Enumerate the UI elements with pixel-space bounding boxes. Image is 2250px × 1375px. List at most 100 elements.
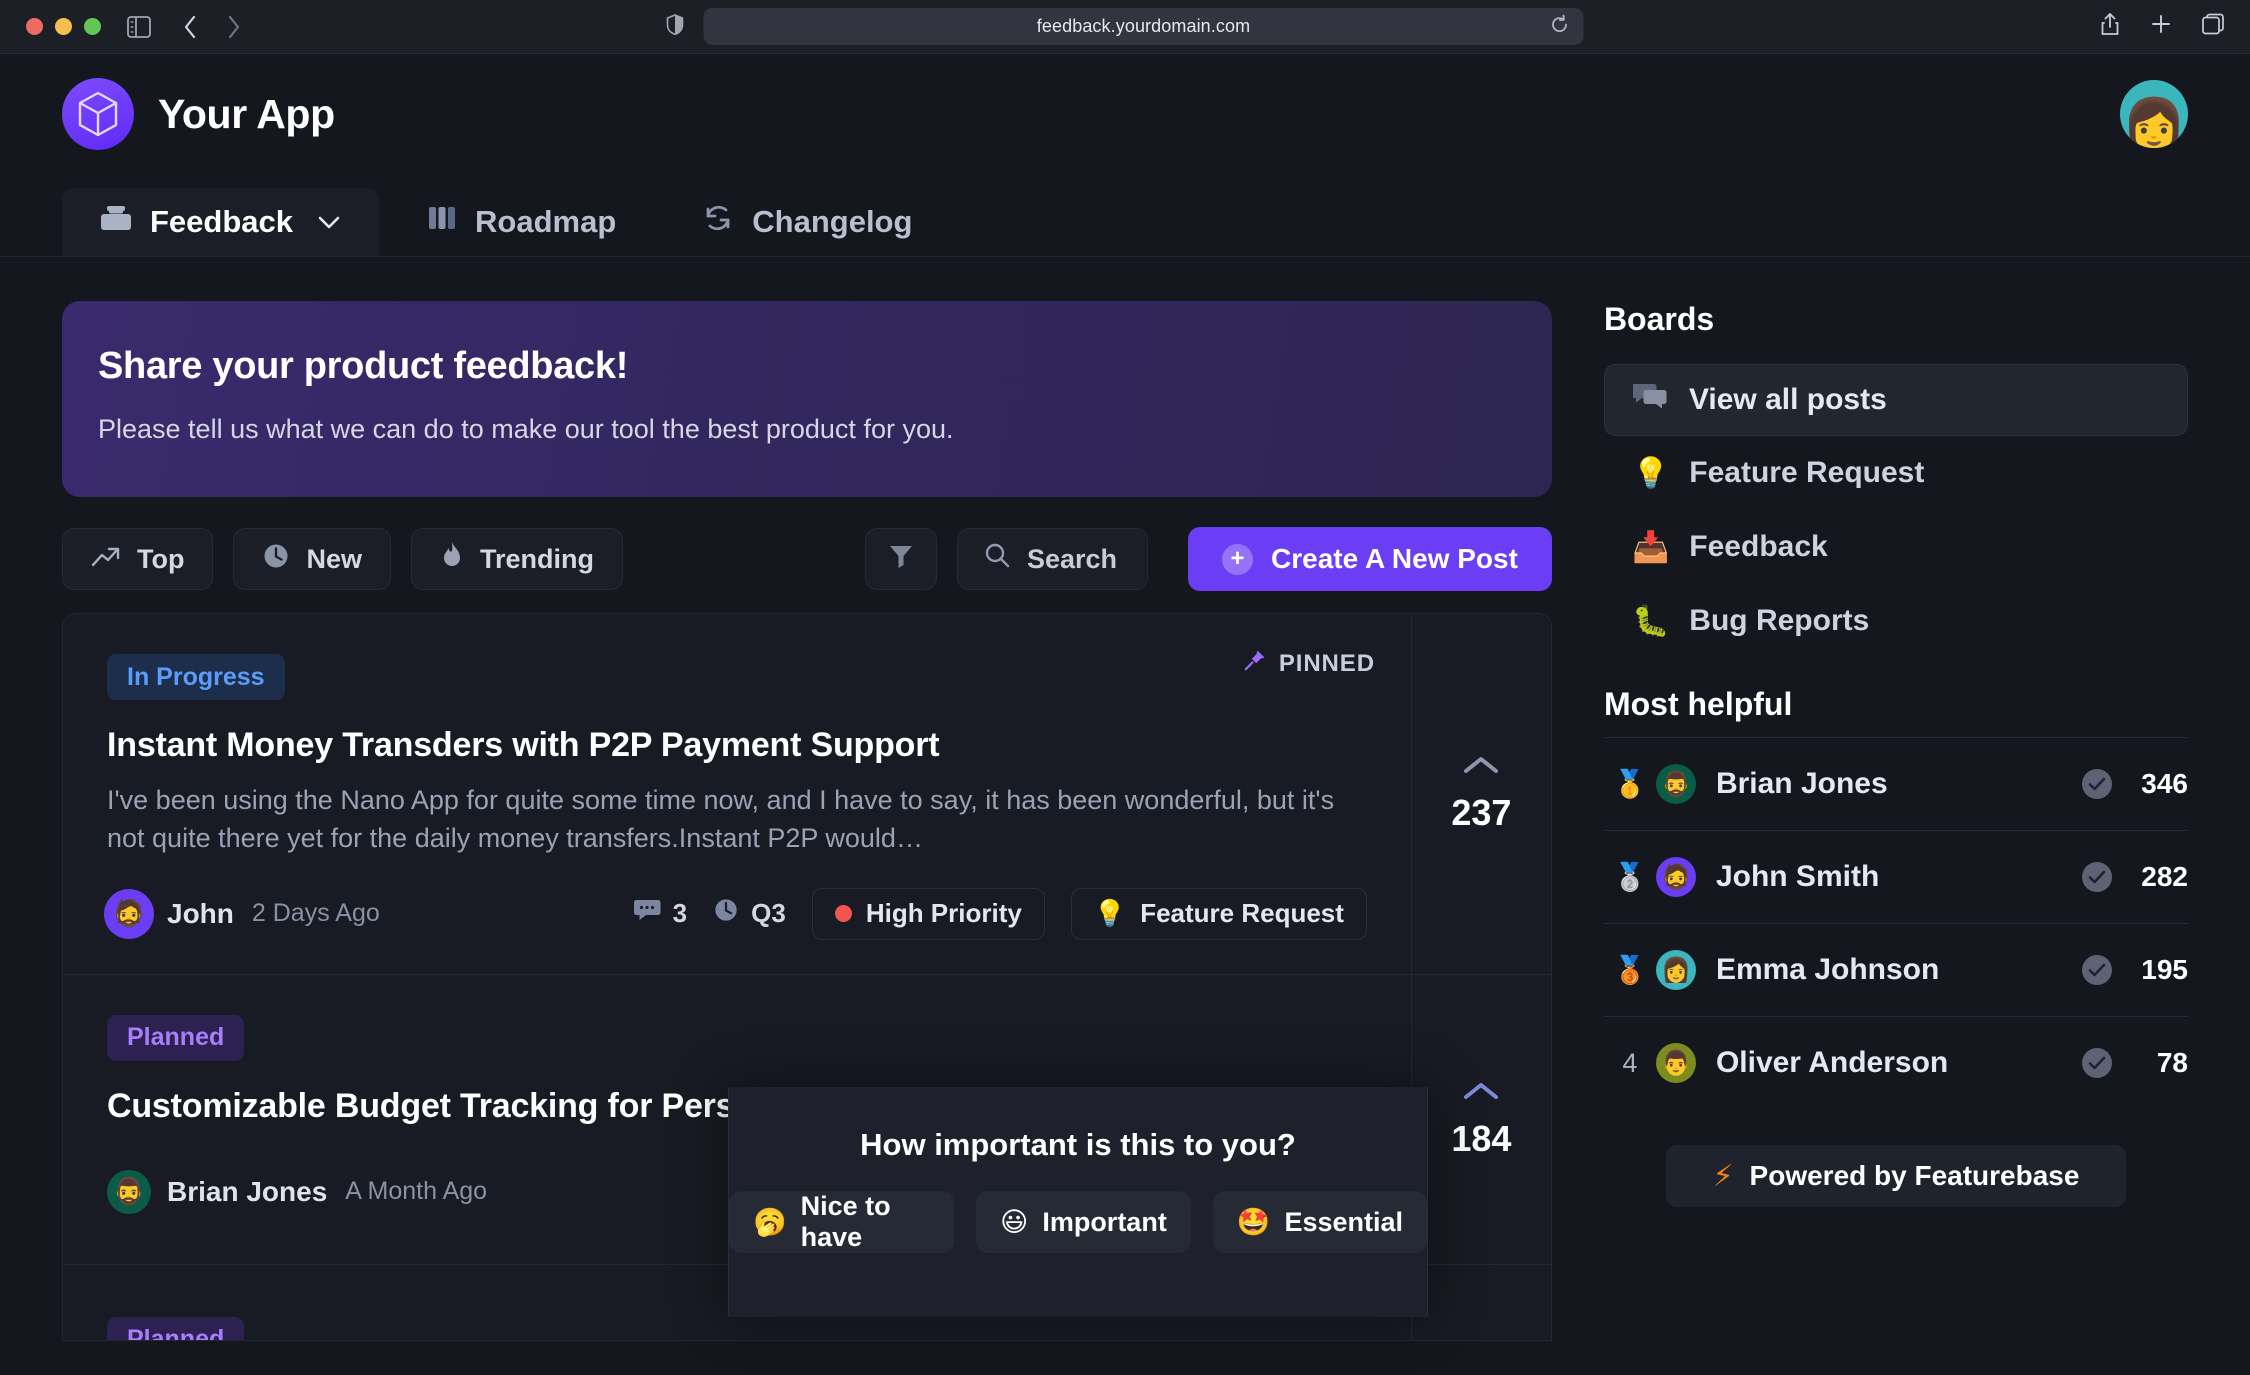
rank-medal-icon: 🥇: [1613, 769, 1647, 800]
importance-important-button[interactable]: 😃 Important: [976, 1191, 1191, 1253]
post-meta-right: 3 Q3 High Priority 💡 Feature Request: [633, 887, 1367, 940]
tab-feedback[interactable]: Feedback: [62, 188, 380, 256]
post-item[interactable]: PINNED In Progress Instant Money Transde…: [63, 614, 1551, 975]
yawning-face-icon: 🥱: [753, 1207, 787, 1238]
list-item[interactable]: 🥇 🧔‍♂️ Brian Jones 346: [1603, 737, 2188, 830]
priority-dot-icon: [834, 905, 852, 923]
sort-top-button[interactable]: Top: [62, 528, 214, 590]
post-title[interactable]: Instant Money Transders with P2P Payment…: [107, 726, 1367, 765]
importance-option-label: Important: [1042, 1206, 1167, 1237]
bolt-icon: ⚡: [1712, 1158, 1734, 1194]
forward-arrow-icon[interactable]: [217, 10, 251, 44]
plus-icon[interactable]: [2150, 13, 2172, 40]
sidebar-item-view-all-posts[interactable]: View all posts: [1603, 364, 2188, 436]
tab-feedback-label: Feedback: [150, 204, 294, 239]
hero-title: Share your product feedback!: [98, 345, 629, 387]
status-badge: In Progress: [107, 654, 285, 700]
upvote-control[interactable]: 237: [1410, 614, 1551, 974]
post-timestamp: 2 Days Ago: [251, 899, 380, 928]
clock-icon: [262, 542, 290, 577]
close-window-button[interactable]: [26, 18, 43, 35]
maximize-window-button[interactable]: [84, 18, 101, 35]
score-value: 78: [2156, 1047, 2188, 1078]
sort-trending-button[interactable]: Trending: [411, 528, 624, 590]
smiling-face-icon: 😃: [1000, 1206, 1029, 1238]
chevron-up-icon[interactable]: [1461, 1079, 1501, 1108]
lightbulb-icon: 💡: [1093, 898, 1127, 929]
score: 195: [2082, 954, 2188, 986]
bug-icon: 🐛: [1631, 603, 1670, 639]
quarter-tag: Q3: [713, 897, 786, 930]
sort-new-label: New: [306, 543, 363, 574]
list-item[interactable]: 🥉 👩 Emma Johnson 195: [1603, 923, 2188, 1016]
importance-popover: How important is this to you? 🥱 Nice to …: [728, 1087, 1428, 1317]
plus-circle-icon: +: [1222, 543, 1254, 575]
window-traffic-lights[interactable]: [26, 18, 101, 35]
importance-option-label: Essential: [1284, 1206, 1403, 1237]
sidebar-toggle-icon[interactable]: [127, 15, 151, 38]
pin-icon: [1243, 648, 1267, 679]
comment-icon: [633, 898, 661, 929]
url-input[interactable]: feedback.yourdomain.com: [703, 8, 1584, 45]
sort-new-button[interactable]: New: [233, 528, 392, 590]
author-name: Brian Jones: [167, 1175, 328, 1207]
minimize-window-button[interactable]: [55, 18, 72, 35]
shield-icon[interactable]: [666, 13, 684, 40]
quarter-value: Q3: [751, 898, 786, 929]
create-post-button[interactable]: + Create A New Post: [1188, 527, 1552, 591]
sidebar-item-label: Bug Reports: [1689, 604, 1870, 637]
sidebar: Boards View all posts 💡 Feature Request …: [1603, 257, 2188, 1341]
star-struck-icon: 🤩: [1236, 1207, 1271, 1238]
avatar: 👩: [1655, 950, 1696, 990]
sidebar-item-feedback[interactable]: 📥 Feedback: [1604, 510, 2188, 584]
browser-navigation[interactable]: [173, 10, 251, 44]
filter-button[interactable]: [864, 528, 937, 590]
score: 78: [2082, 1047, 2188, 1079]
check-circle-icon: [2082, 1048, 2112, 1078]
brand[interactable]: Your App: [62, 78, 335, 150]
post-timestamp: A Month Ago: [345, 1177, 488, 1206]
post-body[interactable]: PINNED In Progress Instant Money Transde…: [63, 614, 1411, 974]
importance-essential-button[interactable]: 🤩 Essential: [1212, 1191, 1427, 1253]
leaderboard: 🥇 🧔‍♂️ Brian Jones 346 🥈 🧔 John Smith: [1603, 737, 2188, 1109]
search-input[interactable]: Search: [956, 528, 1149, 590]
upvote-control[interactable]: 184: [1410, 974, 1551, 1264]
sort-top-label: Top: [137, 543, 185, 574]
upvote-count: 184: [1451, 1117, 1512, 1159]
magnifier-icon: [984, 542, 1011, 576]
category-chip[interactable]: 💡 Feature Request: [1070, 887, 1367, 940]
list-item[interactable]: 4 👨 Oliver Anderson 78: [1603, 1016, 2188, 1109]
user-name: John Smith: [1715, 860, 1880, 893]
powered-by-badge[interactable]: ⚡ Powered by Featurebase: [1665, 1145, 2126, 1207]
sidebar-item-bug-reports[interactable]: 🐛 Bug Reports: [1604, 584, 2188, 658]
user-name: Oliver Anderson: [1715, 1046, 1949, 1079]
sort-trending-label: Trending: [480, 543, 595, 574]
avatar[interactable]: 👩: [2120, 80, 2188, 148]
sidebar-item-feature-request[interactable]: 💡 Feature Request: [1604, 436, 2188, 510]
list-item[interactable]: 🥈 🧔 John Smith 282: [1603, 830, 2188, 923]
post-author[interactable]: 🧔‍♂️ Brian Jones: [107, 1169, 328, 1214]
back-arrow-icon[interactable]: [173, 10, 207, 44]
browser-chrome: feedback.yourdomain.com: [0, 0, 2250, 54]
importance-nice-to-have-button[interactable]: 🥱 Nice to have: [729, 1191, 955, 1253]
chevron-down-icon[interactable]: [317, 215, 341, 230]
chevron-up-icon[interactable]: [1461, 753, 1501, 782]
post-author[interactable]: 🧔 John: [107, 891, 234, 936]
share-icon[interactable]: [2100, 12, 2120, 41]
score-value: 195: [2141, 954, 2188, 985]
tabs-icon[interactable]: [2202, 13, 2224, 40]
importance-options: 🥱 Nice to have 😃 Important 🤩 Essential: [729, 1191, 1427, 1253]
status-badge: Planned: [107, 1014, 245, 1061]
tab-roadmap[interactable]: Roadmap: [389, 188, 654, 256]
hero-subtitle: Please tell us what we can do to make ou…: [98, 414, 954, 444]
avatar: 🧔‍♂️: [1655, 764, 1696, 804]
funnel-icon: [888, 543, 914, 576]
comment-count[interactable]: 3: [633, 898, 687, 929]
filter-toolbar: Top New Trending Search + Create A New P…: [62, 527, 1552, 591]
upvote-control[interactable]: [1410, 1264, 1551, 1340]
tab-changelog[interactable]: Changelog: [664, 188, 950, 256]
reload-icon[interactable]: [1550, 14, 1570, 39]
main-tabs: Feedback Roadmap Changelog: [0, 174, 2250, 257]
importance-option-label: Nice to have: [800, 1191, 891, 1252]
lightbulb-icon: 💡: [1631, 455, 1670, 491]
